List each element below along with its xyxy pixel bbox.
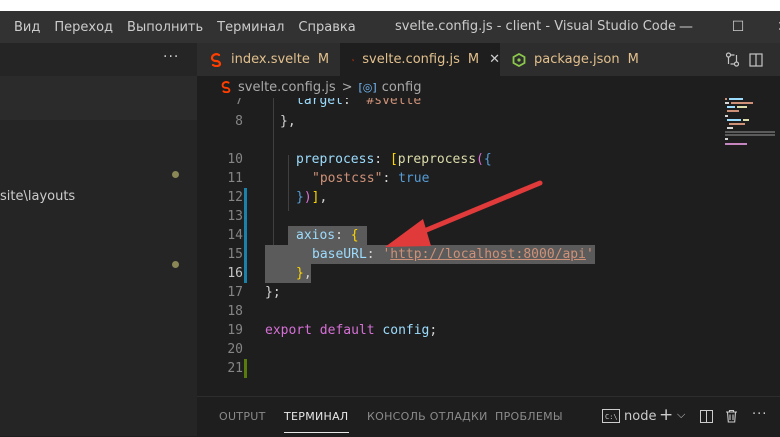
svg-text:C:\: C:\ [605, 413, 618, 421]
split-terminal-icon[interactable] [700, 410, 713, 423]
sidebar: ··· site\layouts [0, 43, 197, 436]
tab-label: svelte.config.js [362, 52, 460, 67]
menu-terminal[interactable]: Терминал [210, 20, 291, 35]
panel-tab-debug-console[interactable]: КОНСОЛЬ ОТЛАДКИ [367, 397, 488, 437]
annotation-arrow [385, 180, 543, 247]
modified-badge: M [317, 52, 330, 67]
tab-package-json[interactable]: package.json M [500, 43, 650, 76]
svelte-icon [352, 58, 354, 61]
maximize-button[interactable]: ☐ [715, 11, 761, 43]
tab-svelte-config[interactable]: svelte.config.js M ✕ [340, 43, 500, 76]
code-editor[interactable]: 7 target: '#svelte' 8 }, 10 preprocess: … [197, 98, 780, 381]
menu-bar: Вид Переход Выполнить Терминал Справка [0, 11, 363, 43]
nodejs-icon [512, 52, 526, 67]
minimap[interactable] [720, 98, 780, 381]
window-title: svelte.config.js - client - Visual Studi… [395, 19, 676, 34]
terminal-icon: C:\ [602, 409, 620, 423]
panel-more-icon[interactable]: ··· [752, 407, 767, 422]
more-actions-icon[interactable]: ··· [163, 49, 179, 65]
modified-badge: M [467, 52, 480, 67]
menu-run[interactable]: Выполнить [120, 20, 210, 35]
panel-tab-output[interactable]: OUTPUT [219, 397, 266, 437]
new-terminal-icon[interactable]: + [659, 405, 673, 425]
modified-dot-icon [172, 261, 179, 268]
trash-icon[interactable] [725, 409, 738, 423]
title-bar: Вид Переход Выполнить Терминал Справка s… [0, 11, 780, 43]
sidebar-section-header[interactable] [0, 76, 197, 120]
breadcrumb-file[interactable]: svelte.config.js [238, 80, 336, 95]
terminal-name[interactable]: node [624, 409, 656, 424]
close-tab-icon[interactable]: ✕ [489, 52, 500, 67]
top-strip [0, 0, 780, 11]
menu-view[interactable]: Вид [0, 20, 47, 35]
tab-label: package.json [534, 52, 620, 67]
chevron-down-icon[interactable]: ⌵ [677, 408, 685, 422]
tab-index-svelte[interactable]: index.svelte M [197, 43, 340, 76]
explorer-folder-path[interactable]: site\layouts [0, 189, 75, 204]
close-window-button[interactable]: ✕ [760, 11, 780, 43]
breadcrumb-symbol[interactable]: config [382, 80, 422, 95]
breadcrumb-separator: > [341, 79, 353, 95]
sidebar-header: ··· [0, 43, 197, 76]
menu-go[interactable]: Переход [47, 20, 120, 35]
split-editor-icon[interactable] [749, 53, 763, 67]
breadcrumb: svelte.config.js > [◎] config [197, 76, 780, 98]
modified-dot-icon [172, 171, 179, 178]
variable-symbol-icon: [◎] [358, 80, 377, 94]
source-control-compare-icon[interactable] [725, 52, 740, 67]
svelte-icon [210, 52, 222, 67]
bottom-panel: OUTPUT ТЕРМИНАЛ КОНСОЛЬ ОТЛАДКИ ПРОБЛЕМЫ… [197, 396, 780, 437]
menu-help[interactable]: Справка [291, 20, 362, 35]
tab-label: index.svelte [231, 52, 310, 67]
svelte-icon [221, 81, 231, 93]
modified-badge: M [627, 52, 639, 67]
minimize-button[interactable]: — [663, 11, 709, 43]
panel-tab-problems[interactable]: ПРОБЛЕМЫ [495, 397, 563, 437]
editor-tab-bar: index.svelte M svelte.config.js M ✕ pack… [197, 43, 780, 76]
panel-tab-terminal[interactable]: ТЕРМИНАЛ [284, 397, 349, 437]
